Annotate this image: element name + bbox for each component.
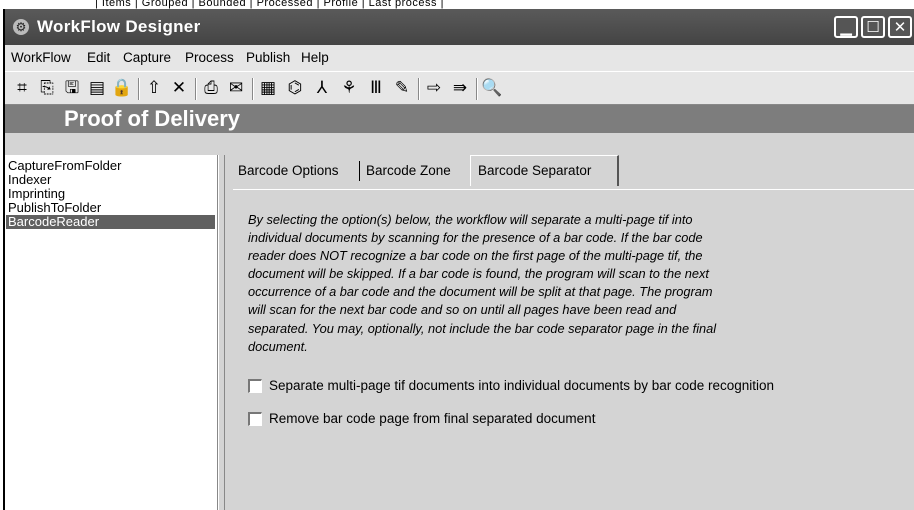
lock-icon[interactable]: 🔒 xyxy=(111,77,133,99)
toolbar-separator xyxy=(418,78,420,100)
close-icon: ✕ xyxy=(893,18,907,36)
delete-icon[interactable]: ✕ xyxy=(168,77,190,99)
gear-icon: ⚙ xyxy=(13,19,29,35)
meta-icon[interactable]: ⚘ xyxy=(338,77,360,99)
save-as-icon[interactable]: ▤ xyxy=(86,77,108,99)
tab-barcode-separator[interactable]: Barcode Separator xyxy=(478,159,591,183)
move-up-icon[interactable]: ⇧ xyxy=(143,77,165,99)
steps-list: CaptureFromFolder Indexer Imprinting Pub… xyxy=(5,155,218,510)
workflow-name-band: Proof of Delivery xyxy=(5,105,914,133)
menu-edit[interactable]: Edit xyxy=(87,50,110,65)
minimize-icon: ▁ xyxy=(840,18,852,36)
toolbar: ⌗ ⎘ 🖫 ▤ 🔒 ⇧ ✕ ⎙ ✉ ▦ ⌬ ⅄ ⚘ Ⅲ ✎ ⇨ ⇛ 🔍 xyxy=(5,71,914,105)
step-item-barcodereader[interactable]: BarcodeReader xyxy=(6,215,215,229)
barcode-icon[interactable]: Ⅲ xyxy=(365,77,387,99)
menu-publish[interactable]: Publish xyxy=(246,50,290,65)
close-button[interactable]: ✕ xyxy=(888,16,912,38)
step-item-indexer[interactable]: Indexer xyxy=(6,173,51,187)
maximize-icon: ☐ xyxy=(866,18,880,36)
email-icon[interactable]: ✉ xyxy=(225,77,247,99)
workflow-name: Proof of Delivery xyxy=(64,106,241,131)
separate-documents-label[interactable]: Separate multi-page tif documents into i… xyxy=(269,378,774,394)
tab-strip-line xyxy=(233,189,914,190)
capture-icon[interactable]: ⎙ xyxy=(200,77,222,99)
sign-icon[interactable]: ✎ xyxy=(391,77,413,99)
tab-separator xyxy=(359,161,360,181)
pdf-icon[interactable]: ⅄ xyxy=(311,77,333,99)
toolbar-separator xyxy=(195,78,197,100)
index-icon[interactable]: ▦ xyxy=(257,77,279,99)
new-workflow-icon[interactable]: ⌗ xyxy=(11,77,33,99)
menu-capture[interactable]: Capture xyxy=(123,50,171,65)
maximize-button[interactable]: ☐ xyxy=(861,16,885,38)
ocr-icon[interactable]: ⌬ xyxy=(284,77,306,99)
panel-splitter[interactable] xyxy=(218,155,225,510)
clipped-column-header: | Items | Grouped | Bounded | Processed … xyxy=(95,0,444,9)
preview-icon[interactable]: 🔍 xyxy=(481,77,503,99)
separate-documents-checkbox[interactable] xyxy=(248,379,262,393)
toolbar-separator xyxy=(138,78,140,100)
tab-barcode-zone[interactable]: Barcode Zone xyxy=(366,159,451,183)
step-item-imprinting[interactable]: Imprinting xyxy=(6,187,65,201)
minimize-button[interactable]: ▁ xyxy=(834,16,858,38)
window-title: WorkFlow Designer xyxy=(37,17,201,36)
save-icon[interactable]: 🖫 xyxy=(61,77,83,99)
copy-icon[interactable]: ⎘ xyxy=(36,77,58,99)
step-item-publishtofolder[interactable]: PublishToFolder xyxy=(6,201,101,215)
remove-barcode-page-checkbox[interactable] xyxy=(248,412,262,426)
publish-icon[interactable]: ⇛ xyxy=(449,77,471,99)
menu-workflow[interactable]: WorkFlow xyxy=(11,50,71,65)
menu-bar: WorkFlow Edit Capture Process Publish He… xyxy=(5,45,914,71)
menu-help[interactable]: Help xyxy=(301,50,329,65)
menu-process[interactable]: Process xyxy=(185,50,234,65)
remove-barcode-page-label[interactable]: Remove bar code page from final separate… xyxy=(269,411,595,427)
workflow-designer-window: ⚙ WorkFlow Designer ▁ ☐ ✕ WorkFlow Edit … xyxy=(3,9,914,510)
step-item-capturefromfolder[interactable]: CaptureFromFolder xyxy=(6,159,121,173)
toolbar-separator xyxy=(252,78,254,100)
tab-barcode-options[interactable]: Barcode Options xyxy=(238,159,339,183)
title-bar[interactable]: ⚙ WorkFlow Designer ▁ ☐ ✕ xyxy=(5,9,914,45)
export-icon[interactable]: ⇨ xyxy=(423,77,445,99)
separator-description: By selecting the option(s) below, the wo… xyxy=(248,212,717,354)
toolbar-separator xyxy=(476,78,478,100)
